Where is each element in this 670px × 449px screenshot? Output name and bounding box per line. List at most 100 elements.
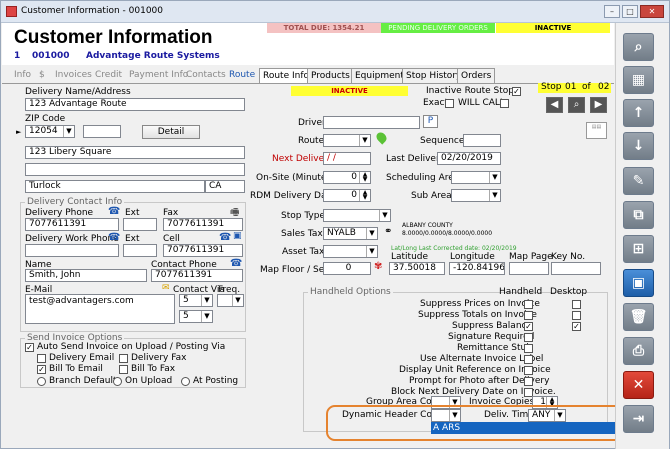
map-page-field[interactable] (509, 262, 549, 275)
address2-field[interactable] (25, 163, 245, 176)
signature-required-checkbox[interactable] (524, 333, 533, 342)
contact-name-field[interactable]: Smith, John (25, 269, 147, 282)
tab-payment-info[interactable]: Payment Info (129, 68, 188, 83)
alt-invoice-checkbox[interactable] (524, 355, 533, 364)
freq2-select[interactable]: 5 ▼ (179, 310, 213, 323)
minimize-button[interactable]: – (604, 5, 620, 18)
envelope-icon[interactable]: ✉ (162, 283, 170, 293)
key-no-field[interactable] (551, 262, 601, 275)
onsite-stepper[interactable]: 0 ▲ ▼ (323, 171, 371, 184)
sales-tax-select[interactable]: NYALB ▼ (323, 227, 378, 240)
scheduling-area-select[interactable]: ▼ (451, 171, 501, 184)
tab-info[interactable]: Info (14, 68, 31, 83)
driver-lookup-icon[interactable]: P (423, 115, 438, 128)
freq-select[interactable]: ▼ (217, 294, 244, 307)
address-field[interactable]: 123 Libery Square (25, 146, 245, 159)
fax-field[interactable]: 7077611391 (163, 218, 243, 231)
phone-icon[interactable]: ☎ (108, 206, 120, 217)
copy-button[interactable]: ⧉ (623, 201, 654, 229)
suppress-totals-hh-checkbox[interactable] (524, 311, 533, 320)
will-call-checkbox[interactable] (500, 99, 509, 108)
move-down-button[interactable]: ↓ (623, 132, 654, 160)
cell-sms-icon[interactable]: ▣ (233, 231, 242, 241)
binoculars-icon[interactable]: ⚭ (384, 226, 392, 237)
pending-orders-badge[interactable]: PENDING DELIVERY ORDERS (381, 23, 495, 33)
rdm-days-stepper[interactable]: 0 ▲ ▼ (323, 189, 371, 202)
sub-area-select[interactable]: ▼ (451, 189, 501, 202)
zip-extra-field[interactable] (83, 125, 121, 138)
inactive-stop-checkbox[interactable]: ✓ (512, 87, 521, 96)
prompt-photo-checkbox[interactable] (524, 377, 533, 386)
contact-phone-icon[interactable]: ☎ (230, 258, 242, 269)
maximize-button[interactable]: □ (622, 5, 638, 18)
dynamic-header-select[interactable]: ▼ (431, 409, 461, 422)
ext-field[interactable] (123, 218, 157, 231)
tab-route-info[interactable]: Route Info (259, 68, 314, 84)
next-stop-button[interactable]: ▶ (590, 97, 607, 113)
delete-button[interactable]: 🗑 (623, 303, 654, 331)
bill-fax-checkbox[interactable] (119, 365, 128, 374)
on-upload-radio[interactable] (113, 377, 122, 386)
prev-stop-button[interactable]: ◀ (546, 97, 563, 113)
delivery-fax-checkbox[interactable] (119, 354, 128, 363)
suppress-balance-dt-checkbox[interactable]: ✓ (572, 322, 581, 331)
unit-reference-checkbox[interactable] (524, 366, 533, 375)
save-button[interactable]: ▣ (623, 269, 654, 297)
tab-equipment[interactable]: Equipment (351, 68, 408, 84)
move-up-button[interactable]: ↑ (623, 99, 654, 127)
auto-send-checkbox[interactable]: ✓ (25, 343, 34, 352)
invoice-icon[interactable]: ▤▤ (586, 122, 607, 139)
tab-stop-history[interactable]: Stop History (402, 68, 466, 84)
contact-via-select[interactable]: 5 ▼ (179, 294, 213, 307)
delivery-email-checkbox[interactable] (37, 354, 46, 363)
tab-contacts[interactable]: Contacts (186, 68, 226, 83)
route-select[interactable]: ▼ (323, 134, 371, 147)
close-window-button[interactable]: ✕ (640, 5, 664, 18)
new-button[interactable]: ⊞ (623, 235, 654, 263)
deliv-time-select[interactable]: ANY ▼ (528, 409, 566, 422)
zip-select[interactable]: 12054 ▼ (25, 125, 75, 138)
stop-type-select[interactable]: ▼ (323, 209, 391, 222)
ext2-field[interactable] (123, 244, 157, 257)
work-phone-icon[interactable]: ☎ (108, 232, 120, 243)
grid-button[interactable]: ▦ (623, 66, 654, 94)
tab-invoices[interactable]: Invoices (55, 68, 92, 83)
branch-default-radio[interactable] (37, 377, 46, 386)
cell-field[interactable]: 7077611391 (163, 244, 243, 257)
delivery-name-field[interactable]: 123 Advantage Route (25, 98, 245, 111)
at-posting-radio[interactable] (181, 377, 190, 386)
exact-checkbox[interactable] (445, 99, 454, 108)
city-field[interactable]: Turlock (25, 180, 205, 193)
edit-button[interactable]: ✎ (623, 167, 654, 195)
tab-orders[interactable]: Orders (457, 68, 496, 84)
next-delivery-field[interactable]: / / (323, 152, 371, 165)
contact-phone-field[interactable]: 7077611391 (151, 269, 243, 282)
longitude-field[interactable]: -120.84196 (449, 262, 505, 275)
sequence-field[interactable] (463, 134, 501, 147)
bill-email-checkbox[interactable]: ✓ (37, 365, 46, 374)
search-stop-button[interactable]: ⌕ (568, 97, 585, 113)
tab-dollar[interactable]: $ (39, 68, 45, 83)
map-pin-icon[interactable] (374, 130, 389, 145)
work-phone-field[interactable] (25, 244, 119, 257)
driver-field[interactable] (323, 116, 420, 129)
remittance-stub-checkbox[interactable] (524, 344, 533, 353)
tab-route[interactable]: Route (229, 68, 255, 83)
detail-button[interactable]: Detail (142, 125, 200, 139)
suppress-prices-dt-checkbox[interactable] (572, 300, 581, 309)
cell-phone-icon[interactable]: ☎ (219, 232, 231, 243)
tab-products[interactable]: Products (307, 68, 354, 84)
suppress-balance-hh-checkbox[interactable]: ✓ (524, 322, 533, 331)
delivery-phone-field[interactable]: 7077611391 (25, 218, 119, 231)
latitude-field[interactable]: 37.50018 (389, 262, 445, 275)
tab-credit[interactable]: Credit (95, 68, 122, 83)
gps-icon[interactable]: ✾ (374, 261, 382, 272)
print-button[interactable]: ⎙ (623, 337, 654, 365)
suppress-totals-dt-checkbox[interactable] (572, 311, 581, 320)
email-field[interactable]: test@advantagers.com (25, 294, 175, 324)
search-button[interactable]: ⌕ (623, 33, 654, 61)
suppress-prices-hh-checkbox[interactable] (524, 300, 533, 309)
asset-tax-select[interactable]: ▼ (323, 245, 378, 258)
state-field[interactable]: CA (205, 180, 245, 193)
map-floor-field[interactable]: 0 (323, 262, 371, 275)
